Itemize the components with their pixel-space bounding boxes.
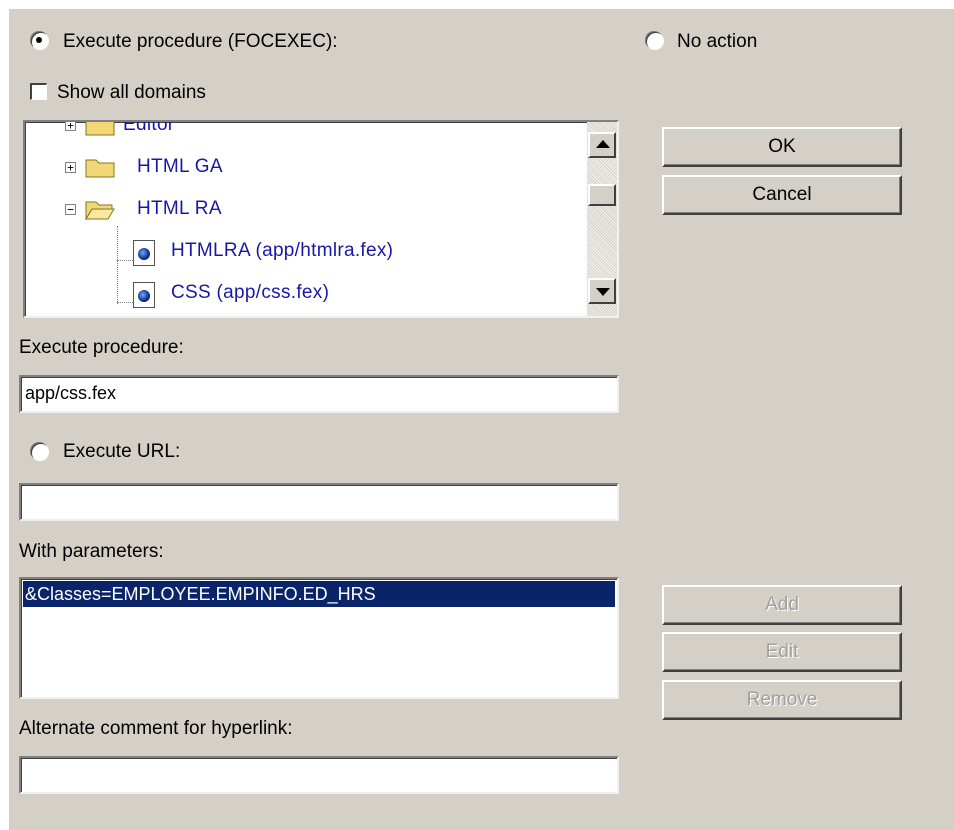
cancel-button[interactable]: Cancel — [662, 175, 902, 215]
tree-scrollbar[interactable] — [587, 122, 617, 316]
scroll-thumb[interactable] — [588, 184, 616, 206]
procedure-icon — [133, 240, 155, 266]
tree-item-label: HTML RA — [137, 198, 222, 219]
execute-url-radio-label[interactable]: Execute URL: — [63, 441, 180, 463]
scroll-up-arrow-icon — [596, 140, 610, 148]
tree-item-label: Editor — [123, 120, 175, 135]
scroll-up-button[interactable] — [588, 132, 616, 158]
tree-item-editor[interactable]: + Editor — [25, 120, 585, 146]
no-action-radio-icon[interactable] — [645, 31, 663, 49]
tree-item-htmlra-procedure[interactable]: HTMLRA (app/htmlra.fex) — [25, 232, 585, 272]
procedure-icon — [133, 282, 155, 308]
expand-icon[interactable]: + — [65, 162, 76, 173]
show-all-domains-label[interactable]: Show all domains — [57, 82, 206, 104]
edit-button[interactable]: Edit — [662, 632, 902, 672]
execute-procedure-label: Execute procedure: — [19, 337, 184, 358]
parameters-list[interactable]: &Classes=EMPLOYEE.EMPINFO.ED_HRS — [19, 577, 619, 699]
tree-item-html-ra[interactable]: − HTML RA — [25, 190, 585, 230]
parameter-item-selected[interactable]: &Classes=EMPLOYEE.EMPINFO.ED_HRS — [23, 581, 615, 607]
folder-icon — [85, 159, 115, 178]
tree-item-html-ga[interactable]: + HTML GA — [25, 148, 585, 188]
execute-procedure-field[interactable]: app/css.fex — [19, 375, 619, 413]
alternate-comment-label: Alternate comment for hyperlink: — [19, 718, 293, 739]
tree-item-label: CSS (app/css.fex) — [171, 282, 330, 303]
alternate-comment-field[interactable] — [19, 756, 619, 794]
scroll-down-button[interactable] — [588, 278, 616, 304]
folder-open-icon — [85, 201, 115, 220]
with-parameters-label: With parameters: — [19, 541, 164, 562]
hyperlink-dialog: Execute procedure (FOCEXEC): No action S… — [8, 8, 954, 830]
tree-item-label: HTML GA — [137, 156, 223, 177]
execute-url-field[interactable] — [19, 483, 619, 521]
domain-tree[interactable]: + Editor + HTML GA − HTML RA HTMLRA (app… — [23, 120, 619, 318]
execute-url-radio-icon[interactable] — [30, 442, 48, 460]
remove-button[interactable]: Remove — [662, 680, 902, 720]
collapse-icon[interactable]: − — [65, 204, 76, 215]
folder-icon — [85, 122, 115, 136]
tree-item-label: HTMLRA (app/htmlra.fex) — [171, 240, 394, 261]
tree-item-css-procedure[interactable]: CSS (app/css.fex) — [25, 274, 585, 314]
execute-procedure-value: app/css.fex — [25, 383, 117, 403]
add-button[interactable]: Add — [662, 585, 902, 625]
expand-icon[interactable]: + — [65, 122, 76, 131]
execute-procedure-radio-icon[interactable] — [30, 31, 48, 49]
scroll-down-arrow-icon — [596, 288, 610, 296]
execute-procedure-radio-label[interactable]: Execute procedure (FOCEXEC): — [63, 31, 338, 53]
no-action-radio-label[interactable]: No action — [677, 31, 757, 53]
ok-button[interactable]: OK — [662, 127, 902, 167]
show-all-domains-checkbox-icon[interactable] — [30, 83, 47, 100]
